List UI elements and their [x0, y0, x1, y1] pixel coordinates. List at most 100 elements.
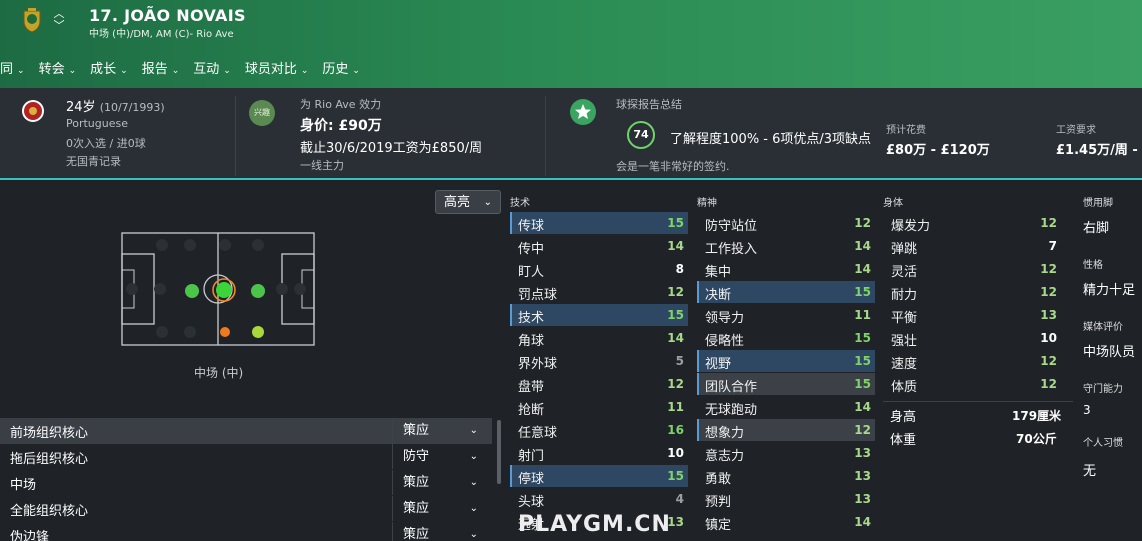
portugal-flag-icon — [22, 100, 44, 122]
club-crest-icon — [23, 8, 41, 33]
attribute-name: 领导力 — [705, 311, 745, 326]
attribute-name: 停球 — [518, 472, 545, 487]
role-row[interactable]: 全能组织核心 策应 ⌄ — [0, 496, 492, 522]
attribute-row[interactable]: 防守站位 12 — [697, 212, 875, 234]
attribute-value: 13 — [854, 446, 871, 460]
attribute-row[interactable]: 传中 14 — [510, 235, 688, 257]
attribute-row[interactable]: 任意球 16 — [510, 419, 688, 441]
attribute-row[interactable]: 想象力 12 — [697, 419, 875, 441]
player-nationality: Portuguese — [66, 117, 128, 130]
attribute-value: 12 — [854, 423, 871, 437]
duty-dropdown[interactable]: 防守 ⌄ — [392, 444, 490, 469]
role-row[interactable]: 前场组织核心 策应 ⌄ — [0, 418, 492, 444]
attribute-row[interactable]: 强壮 10 — [883, 327, 1061, 349]
attribute-value: 10 — [1040, 331, 1057, 345]
key-attribute-marker — [697, 350, 699, 372]
attribute-row[interactable]: 意志力 13 — [697, 442, 875, 464]
duty-dropdown[interactable]: 策应 ⌄ — [392, 522, 490, 541]
menu-item-compare[interactable]: 球员对比 ⌄ — [245, 58, 309, 78]
attribute-row[interactable]: 停球 15 — [510, 465, 688, 487]
player-nav-arrows[interactable]: ︿ ﹀ — [52, 8, 66, 34]
attribute-value: 12 — [854, 216, 871, 230]
attribute-row[interactable]: 远射 13 — [510, 511, 688, 533]
attribute-value: 14 — [667, 331, 684, 345]
key-attribute-marker — [510, 465, 512, 487]
attribute-name: 意志力 — [705, 449, 745, 464]
menu-item-contract[interactable]: 同 ⌄ — [0, 58, 25, 78]
chevron-down-icon: ⌄ — [300, 66, 309, 76]
attribute-row[interactable]: 团队合作 15 — [697, 373, 875, 395]
menu-item-interaction[interactable]: 互动 ⌄ — [193, 58, 231, 78]
attribute-value: 11 — [667, 400, 684, 414]
highlight-dropdown[interactable]: 高亮 ⌄ — [435, 190, 501, 214]
attribute-name: 勇敢 — [705, 472, 732, 487]
menu-item-development[interactable]: 成长 ⌄ — [90, 58, 128, 78]
menu-item-history[interactable]: 历史 ⌄ — [322, 58, 360, 78]
attribute-row[interactable]: 角球 14 — [510, 327, 688, 349]
attribute-value: 15 — [667, 308, 684, 322]
role-list-scrollbar[interactable] — [497, 420, 501, 484]
chevron-down-icon[interactable]: ﹀ — [52, 20, 66, 32]
duty-dropdown[interactable]: 策应 ⌄ — [392, 418, 490, 443]
attribute-row[interactable]: 无球跑动 14 — [697, 396, 875, 418]
role-row[interactable]: 中场 策应 ⌄ — [0, 470, 492, 496]
role-row[interactable]: 拖后组织核心 防守 ⌄ — [0, 444, 492, 470]
contract-info: 截止30/6/2019工资为£850/周 — [300, 141, 483, 156]
attribute-name: 传中 — [518, 242, 545, 257]
chevron-down-icon: ⌄ — [171, 66, 180, 76]
duty-dropdown[interactable]: 策应 ⌄ — [392, 470, 490, 495]
position-label: 中场 (中) — [194, 366, 244, 380]
attribute-value: 8 — [675, 262, 684, 276]
player-name: 17. JOÃO NOVAIS — [89, 6, 246, 25]
attribute-row[interactable]: 罚点球 12 — [510, 281, 688, 303]
attribute-value: 12 — [1040, 377, 1057, 391]
attribute-name: 工作投入 — [705, 242, 758, 257]
scout-summary: 了解程度100% - 6项优点/3项缺点 — [670, 132, 872, 147]
international-caps: 0次入选 / 进0球 — [66, 137, 146, 150]
attribute-row[interactable]: 技术 15 — [510, 304, 688, 326]
attribute-name: 视野 — [705, 357, 732, 372]
attribute-row[interactable]: 射门 10 — [510, 442, 688, 464]
attribute-row[interactable]: 界外球 5 — [510, 350, 688, 372]
attribute-row[interactable]: 预判 13 — [697, 488, 875, 510]
attribute-row[interactable]: 速度 12 — [883, 350, 1061, 372]
attribute-row[interactable]: 抢断 11 — [510, 396, 688, 418]
attribute-row[interactable]: 集中 14 — [697, 258, 875, 280]
attribute-row[interactable]: 体质 12 — [883, 373, 1061, 395]
menu-item-reports[interactable]: 报告 ⌄ — [142, 58, 180, 78]
attribute-row[interactable]: 爆发力 12 — [883, 212, 1061, 234]
attribute-value: 5 — [675, 354, 684, 368]
attribute-row[interactable]: 视野 15 — [697, 350, 875, 372]
attribute-row[interactable]: 平衡 13 — [883, 304, 1061, 326]
attribute-value: 15 — [667, 469, 684, 483]
role-row[interactable]: 伪边锋 策应 ⌄ — [0, 522, 492, 541]
attribute-row[interactable]: 勇敢 13 — [697, 465, 875, 487]
chevron-down-icon: ⌄ — [469, 425, 478, 436]
chevron-down-icon: ⌄ — [223, 66, 231, 76]
attribute-value: 12 — [1040, 285, 1057, 299]
attribute-row[interactable]: 灵活 12 — [883, 258, 1061, 280]
attribute-name: 无球跑动 — [705, 403, 758, 418]
scout-note: 会是一笔非常好的签约. — [616, 160, 730, 173]
attribute-row[interactable]: 侵略性 15 — [697, 327, 875, 349]
attribute-row[interactable]: 盯人 8 — [510, 258, 688, 280]
attribute-row[interactable]: 工作投入 14 — [697, 235, 875, 257]
habits-label: 个人习惯 — [1083, 438, 1123, 449]
attribute-name: 防守站位 — [705, 219, 758, 234]
attribute-row[interactable]: 领导力 11 — [697, 304, 875, 326]
attribute-name: 预判 — [705, 495, 732, 510]
weight-label: 体重 — [890, 433, 917, 448]
attribute-row[interactable]: 传球 15 — [510, 212, 688, 234]
attribute-row[interactable]: 镇定 14 — [697, 511, 875, 533]
player-age: 24岁 — [66, 100, 96, 115]
menu-item-transfer[interactable]: 转会 ⌄ — [39, 58, 77, 78]
attribute-row[interactable]: 盘带 12 — [510, 373, 688, 395]
attribute-row[interactable]: 弹跳 7 — [883, 235, 1061, 257]
attribute-value: 13 — [1040, 308, 1057, 322]
interest-badge: 兴趣 — [249, 100, 275, 126]
attribute-row[interactable]: 耐力 12 — [883, 281, 1061, 303]
attribute-row[interactable]: 头球 4 — [510, 488, 688, 510]
duty-dropdown[interactable]: 策应 ⌄ — [392, 496, 490, 521]
attribute-row[interactable]: 决断 15 — [697, 281, 875, 303]
attribute-value: 13 — [854, 492, 871, 506]
